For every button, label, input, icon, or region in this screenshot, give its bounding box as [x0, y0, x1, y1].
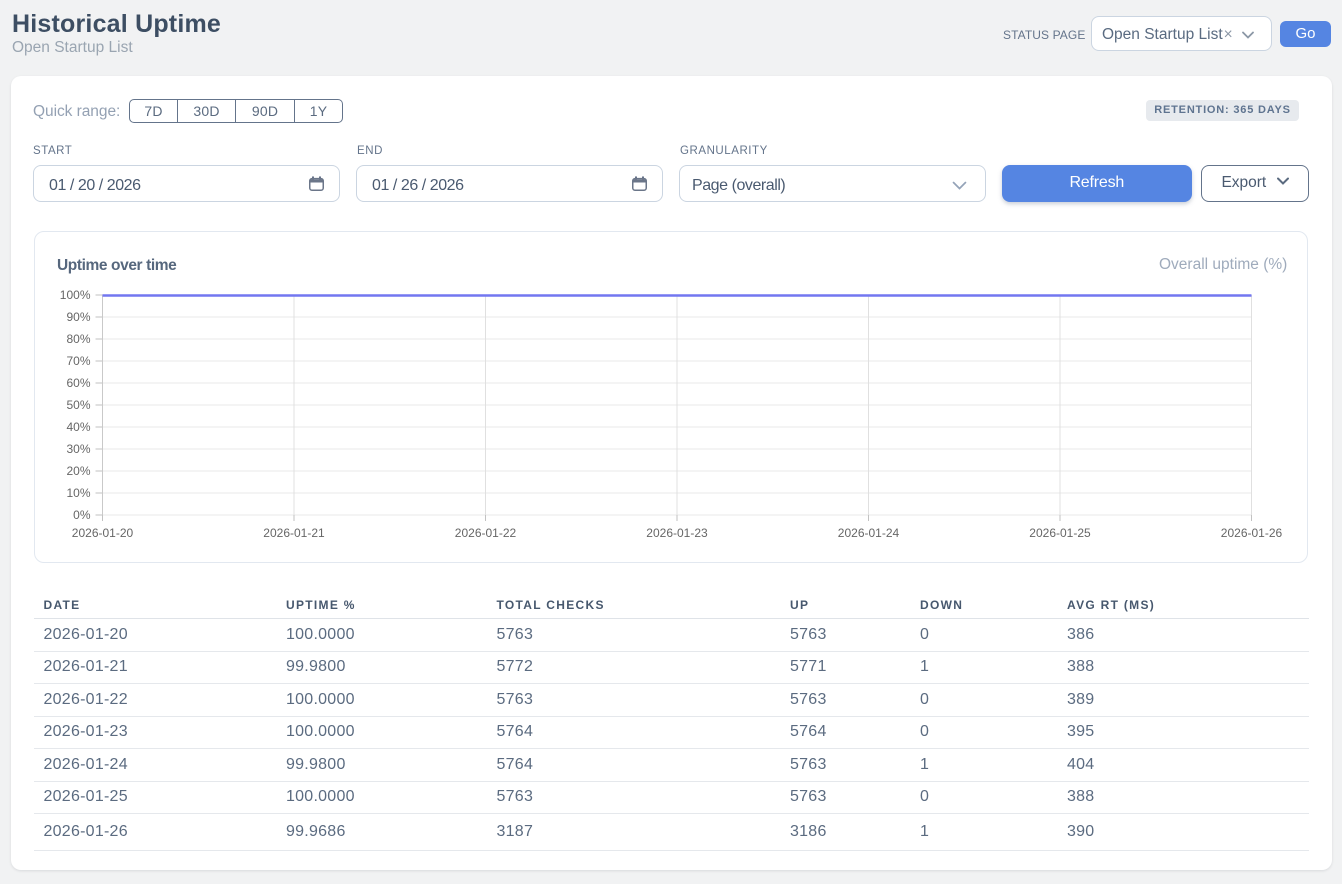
svg-text:100%: 100% [60, 288, 91, 302]
svg-text:2026-01-24: 2026-01-24 [838, 526, 900, 540]
svg-text:90%: 90% [66, 310, 90, 324]
svg-text:2026-01-22: 2026-01-22 [455, 526, 517, 540]
svg-text:30%: 30% [66, 442, 90, 456]
svg-text:60%: 60% [66, 376, 90, 390]
svg-text:70%: 70% [66, 354, 90, 368]
svg-text:40%: 40% [66, 420, 90, 434]
svg-text:10%: 10% [66, 486, 90, 500]
svg-text:2026-01-21: 2026-01-21 [263, 526, 325, 540]
svg-text:20%: 20% [66, 464, 90, 478]
svg-text:80%: 80% [66, 332, 90, 346]
svg-text:0%: 0% [73, 508, 91, 522]
svg-text:2026-01-23: 2026-01-23 [646, 526, 708, 540]
svg-text:2026-01-26: 2026-01-26 [1221, 526, 1283, 540]
svg-text:2026-01-20: 2026-01-20 [72, 526, 134, 540]
svg-text:2026-01-25: 2026-01-25 [1029, 526, 1091, 540]
svg-text:50%: 50% [66, 398, 90, 412]
